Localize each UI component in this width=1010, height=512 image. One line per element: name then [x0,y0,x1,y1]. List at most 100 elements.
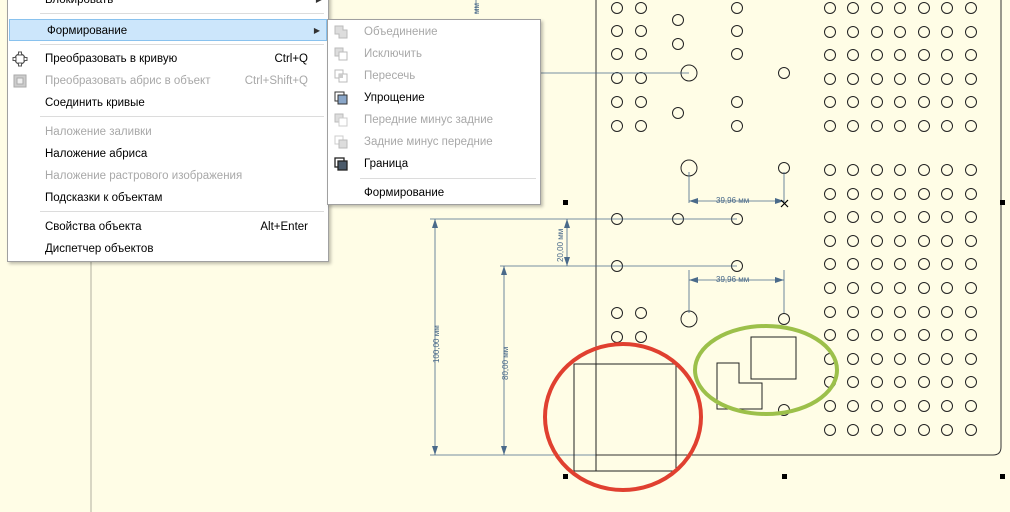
hole[interactable] [965,211,977,223]
hole[interactable] [941,306,953,318]
hole[interactable] [847,96,859,108]
hole[interactable] [965,282,977,294]
hole[interactable] [918,188,930,200]
hole[interactable] [965,120,977,132]
hole[interactable] [965,306,977,318]
hole[interactable] [894,2,906,14]
hole[interactable] [918,353,930,365]
hole[interactable] [918,211,930,223]
hole[interactable] [894,400,906,412]
hole[interactable] [941,96,953,108]
hole[interactable] [680,310,698,328]
hole[interactable] [894,424,906,436]
hole[interactable] [894,282,906,294]
hole[interactable] [824,400,836,412]
submenu-item-shaping-docker[interactable]: Формирование [328,182,540,204]
hole[interactable] [847,73,859,85]
hole[interactable] [965,400,977,412]
hole[interactable] [894,120,906,132]
hole[interactable] [871,120,883,132]
submenu-item-intersect[interactable]: Пересечь [328,65,540,87]
hole[interactable] [824,306,836,318]
hole[interactable] [635,96,647,108]
hole[interactable] [918,424,930,436]
hole[interactable] [918,235,930,247]
hole[interactable] [824,120,836,132]
hole[interactable] [894,164,906,176]
hole[interactable] [894,306,906,318]
hole[interactable] [731,25,743,37]
menu-item-convert-curve[interactable]: Преобразовать в кривую Ctrl+Q [8,48,328,70]
hole[interactable] [871,73,883,85]
hole[interactable] [871,188,883,200]
hole[interactable] [871,306,883,318]
hole[interactable] [894,235,906,247]
hole[interactable] [871,96,883,108]
hole[interactable] [824,26,836,38]
hole[interactable] [611,331,623,343]
hole[interactable] [871,164,883,176]
hole[interactable] [965,49,977,61]
hole[interactable] [894,376,906,388]
hole[interactable] [894,353,906,365]
hole[interactable] [918,49,930,61]
hole[interactable] [824,282,836,294]
hole[interactable] [611,2,623,14]
hole[interactable] [894,258,906,270]
submenu-item-back-minus-front[interactable]: Задние минус передние [328,131,540,153]
hole[interactable] [847,120,859,132]
hole[interactable] [894,211,906,223]
hole[interactable] [918,96,930,108]
hole[interactable] [941,164,953,176]
menu-item-outline-to-object[interactable]: Преобразовать абрис в объект Ctrl+Shift+… [8,70,328,92]
menu-item-fill-overprint[interactable]: Наложение заливки [8,121,328,143]
hole[interactable] [824,211,836,223]
hole[interactable] [635,25,647,37]
menu-item-outline-overprint[interactable]: Наложение абриса [8,143,328,165]
hole[interactable] [941,211,953,223]
hole[interactable] [894,329,906,341]
hole[interactable] [611,72,623,84]
hole[interactable] [672,107,684,119]
submenu-item-weld[interactable]: Объединение [328,21,540,43]
hole[interactable] [941,2,953,14]
hole[interactable] [871,282,883,294]
hole[interactable] [941,26,953,38]
submenu-item-front-minus-back[interactable]: Передние минус задние [328,109,540,131]
hole[interactable] [965,258,977,270]
hole[interactable] [918,164,930,176]
hole[interactable] [894,49,906,61]
hole[interactable] [847,188,859,200]
hole[interactable] [731,48,743,60]
hole[interactable] [731,120,743,132]
hole[interactable] [824,96,836,108]
hole[interactable] [965,164,977,176]
hole[interactable] [965,2,977,14]
hole[interactable] [611,48,623,60]
hole[interactable] [941,424,953,436]
hole[interactable] [611,25,623,37]
hole[interactable] [894,188,906,200]
hole[interactable] [824,188,836,200]
l-shape-object[interactable] [716,362,763,410]
hole[interactable] [918,258,930,270]
hole[interactable] [824,2,836,14]
hole[interactable] [871,258,883,270]
hole[interactable] [824,424,836,436]
hole[interactable] [824,164,836,176]
hole[interactable] [871,400,883,412]
hole[interactable] [941,235,953,247]
hole[interactable] [941,258,953,270]
hole[interactable] [635,2,647,14]
hole[interactable] [847,353,859,365]
hole[interactable] [871,353,883,365]
hole[interactable] [731,2,743,14]
hole[interactable] [847,235,859,247]
hole[interactable] [918,400,930,412]
hole[interactable] [965,73,977,85]
hole[interactable] [611,120,623,132]
menu-item-bitmap-overprint[interactable]: Наложение растрового изображения [8,165,328,187]
hole[interactable] [918,282,930,294]
hole[interactable] [965,329,977,341]
hole[interactable] [941,400,953,412]
